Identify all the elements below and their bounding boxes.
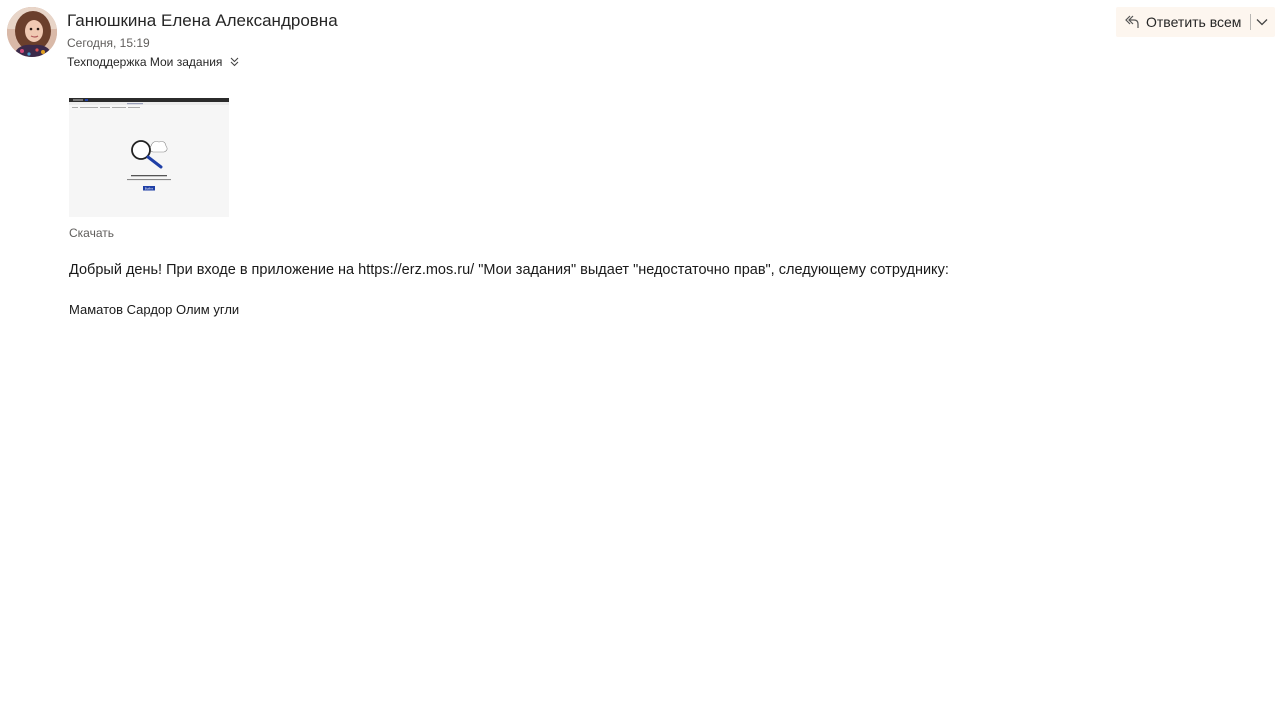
button-divider xyxy=(1250,14,1252,30)
preview-button-label: Войти xyxy=(145,187,154,191)
recipients-line: Техподдержка Мои задания xyxy=(67,55,240,69)
reply-all-button[interactable]: Ответить всем xyxy=(1116,7,1275,37)
sender-avatar[interactable] xyxy=(7,7,57,57)
double-chevron-down-icon[interactable] xyxy=(228,56,240,68)
attachment-preview-image: Войти xyxy=(69,98,229,217)
chevron-down-icon[interactable] xyxy=(1252,10,1272,34)
download-link[interactable]: Скачать xyxy=(69,226,114,240)
message-body-text: Добрый день! При входе в приложение на h… xyxy=(69,262,949,278)
recipient-name[interactable]: Техподдержка Мои задания xyxy=(67,55,222,69)
sender-name[interactable]: Ганюшкина Елена Александровна xyxy=(67,11,338,31)
attachment-thumbnail[interactable]: Войти xyxy=(69,98,229,217)
employee-name: Маматов Сардор Олим угли xyxy=(69,302,240,317)
reply-all-icon xyxy=(1124,14,1140,30)
sent-date: Сегодня, 15:19 xyxy=(67,36,150,50)
avatar-photo xyxy=(7,7,57,57)
reply-all-label: Ответить всем xyxy=(1146,14,1242,30)
